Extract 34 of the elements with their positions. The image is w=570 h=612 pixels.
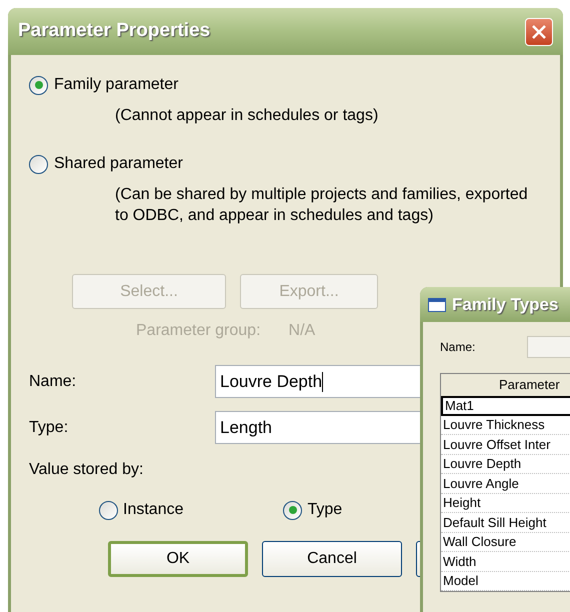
description-text: to ODBC, and appear in schedules and tags) [115, 206, 434, 226]
window-title: Parameter Properties [18, 19, 210, 44]
radio-button[interactable] [29, 76, 48, 94]
parameter-group-value: N/A [288, 321, 316, 341]
table-cell[interactable]: Louvre Depth [441, 454, 570, 474]
description-text: (Cannot appear in schedules or tags) [115, 106, 378, 126]
table-cell[interactable]: Mat1 [441, 396, 570, 416]
table-cell[interactable]: Height [441, 494, 570, 513]
radio-button[interactable] [29, 154, 48, 174]
table-cell[interactable]: Width [441, 552, 570, 572]
description-text: (Can be shared by multiple projects and families, exported [115, 185, 528, 205]
parameter-group-label: Parameter group: [136, 321, 261, 341]
field-label: Name: [440, 339, 476, 356]
value-stored-label: Value stored by: [29, 460, 144, 480]
table-cell[interactable]: Louvre Angle [441, 474, 570, 494]
radio-label[interactable]: Type [307, 498, 342, 522]
field-label: Name: [29, 372, 78, 392]
table-cell[interactable]: Model [441, 572, 570, 591]
close-button[interactable] [525, 18, 553, 46]
radio-button[interactable] [283, 500, 302, 520]
table-cell[interactable]: Default Sill Height [441, 513, 570, 532]
window-icon [428, 298, 446, 312]
dialog-button[interactable]: OK [108, 541, 248, 577]
table-cell[interactable]: Louvre Thickness [441, 416, 570, 435]
column-header[interactable]: Parameter [441, 374, 570, 396]
radio-button[interactable] [99, 500, 118, 520]
window-title: Family Types [452, 294, 558, 316]
close-icon [531, 24, 547, 40]
table-cell[interactable]: Wall Closure [441, 532, 570, 552]
radio-label[interactable]: Family parameter [54, 73, 178, 97]
dialog-button[interactable]: Cancel [262, 541, 402, 577]
field-label: Type: [29, 418, 70, 438]
radio-label[interactable]: Shared parameter [54, 152, 183, 176]
radio-label[interactable]: Instance [123, 498, 184, 522]
